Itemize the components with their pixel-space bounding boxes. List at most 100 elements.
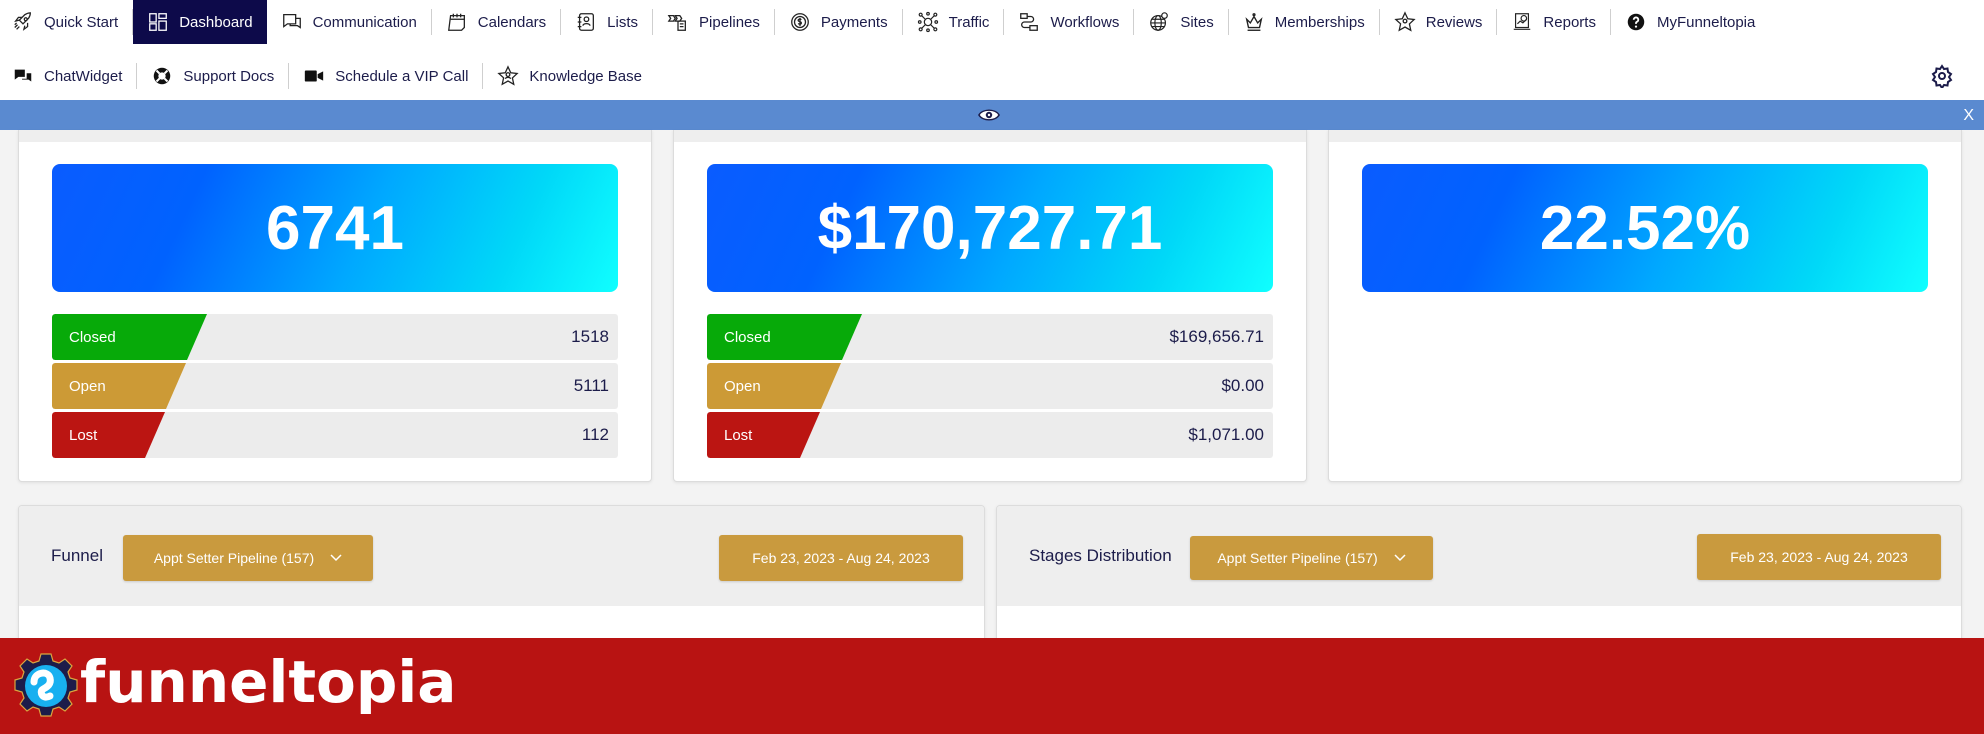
question-circle-icon bbox=[1625, 11, 1647, 33]
nav-item-dashboard[interactable]: Dashboard bbox=[133, 0, 267, 44]
status-label: Open bbox=[707, 363, 841, 409]
nav-item-knowledge-base[interactable]: Knowledge Base bbox=[483, 56, 656, 96]
workflow-icon bbox=[1018, 11, 1040, 33]
pipeline-select-value: Appt Setter Pipeline (157) bbox=[153, 550, 315, 566]
top-navigation: Quick Start Dashboard Communication Cale… bbox=[0, 0, 1984, 100]
eye-icon[interactable] bbox=[978, 108, 1000, 122]
nav-item-communication[interactable]: Communication bbox=[267, 0, 431, 44]
stages-distribution-panel: Stages Distribution Appt Setter Pipeline… bbox=[996, 505, 1962, 645]
nav-item-sites[interactable]: Sites bbox=[1134, 0, 1227, 44]
nav-label: Schedule a VIP Call bbox=[335, 67, 469, 85]
pipeline-select[interactable]: Appt Setter Pipeline (157) bbox=[1190, 536, 1433, 580]
traffic-network-icon bbox=[917, 11, 939, 33]
globe-icon bbox=[1148, 11, 1170, 33]
status-value: 112 bbox=[581, 425, 609, 444]
nav-label: Traffic bbox=[948, 13, 990, 31]
nav-item-chatwidget[interactable]: ChatWidget bbox=[0, 56, 136, 96]
nav-item-pipelines[interactable]: Pipelines bbox=[653, 0, 774, 44]
status-value: $169,656.71 bbox=[1169, 327, 1264, 346]
nav-item-memberships[interactable]: Memberships bbox=[1229, 0, 1379, 44]
nav-label: Pipelines bbox=[699, 13, 760, 31]
date-range-button[interactable]: Feb 23, 2023 - Aug 24, 2023 bbox=[1697, 534, 1941, 580]
status-label: Lost bbox=[707, 412, 820, 458]
headline-tile: 6741 bbox=[52, 164, 618, 292]
status-row-lost: Lost 112 bbox=[52, 412, 618, 458]
payments-icon bbox=[789, 11, 811, 33]
nav-label: ChatWidget bbox=[44, 67, 123, 85]
pipeline-select[interactable]: Appt Setter Pipeline (157) bbox=[123, 535, 373, 581]
nav-item-payments[interactable]: Payments bbox=[775, 0, 902, 44]
status-row-open: Open 5111 bbox=[52, 363, 618, 409]
stat-card-revenue: $170,727.71 Closed $169,656.71 Open $0.0… bbox=[673, 130, 1307, 482]
status-label: Closed bbox=[52, 314, 207, 360]
card-header-strip bbox=[1329, 130, 1961, 142]
date-range-button[interactable]: Feb 23, 2023 - Aug 24, 2023 bbox=[719, 535, 963, 581]
nav-label: Payments bbox=[820, 13, 888, 31]
panel-header: Stages Distribution Appt Setter Pipeline… bbox=[997, 506, 1961, 606]
status-label: Closed bbox=[707, 314, 862, 360]
status-value: 1518 bbox=[571, 327, 609, 346]
nav-label: MyFunneltopia bbox=[1656, 13, 1756, 31]
nav-item-reviews[interactable]: Reviews bbox=[1380, 0, 1497, 44]
star-icon bbox=[1394, 11, 1416, 33]
card-header-strip bbox=[19, 130, 651, 142]
nav-item-workflows[interactable]: Workflows bbox=[1004, 0, 1133, 44]
rocket-icon bbox=[12, 11, 34, 33]
panel-title: Funnel bbox=[51, 546, 103, 565]
status-label: Lost bbox=[52, 412, 165, 458]
nav-label: Dashboard bbox=[179, 13, 253, 31]
status-value: 5111 bbox=[573, 376, 609, 395]
status-row-lost: Lost $1,071.00 bbox=[707, 412, 1273, 458]
status-row-open: Open $0.00 bbox=[707, 363, 1273, 409]
nav-label: Communication bbox=[312, 13, 417, 31]
nav-label: Reports bbox=[1543, 13, 1596, 31]
panel-title: Stages Distribution bbox=[1029, 546, 1172, 565]
star-person-icon bbox=[497, 65, 520, 87]
nav-label: Sites bbox=[1180, 13, 1214, 31]
contact-book-icon bbox=[575, 11, 597, 33]
nav-item-support-docs[interactable]: Support Docs bbox=[137, 56, 288, 96]
nav-label: Calendars bbox=[477, 13, 547, 31]
nav-item-lists[interactable]: Lists bbox=[561, 0, 652, 44]
stat-card-count: 6741 Closed 1518 Open 5111 Lost 112 bbox=[18, 130, 652, 482]
status-row-closed: Closed 1518 bbox=[52, 314, 618, 360]
headline-tile: 22.52% bbox=[1362, 164, 1928, 292]
secondary-nav: ChatWidget Support Docs Schedule a VIP C… bbox=[0, 56, 656, 96]
status-label: Open bbox=[52, 363, 186, 409]
close-preview-button[interactable]: X bbox=[1963, 107, 1974, 125]
primary-nav: Quick Start Dashboard Communication Cale… bbox=[0, 0, 1769, 44]
calendar-icon bbox=[446, 11, 468, 33]
pipeline-icon bbox=[667, 11, 689, 33]
funnel-panel: Funnel Appt Setter Pipeline (157) Feb 23… bbox=[18, 505, 985, 645]
nav-item-schedule-vip-call[interactable]: Schedule a VIP Call bbox=[289, 56, 482, 96]
nav-item-reports[interactable]: Reports bbox=[1497, 0, 1610, 44]
headline-value: 22.52% bbox=[1539, 193, 1751, 263]
nav-label: Support Docs bbox=[183, 67, 275, 85]
nav-label: Knowledge Base bbox=[529, 67, 642, 85]
nav-label: Reviews bbox=[1425, 13, 1483, 31]
card-header-strip bbox=[674, 130, 1306, 142]
brand-name: funneltopia bbox=[80, 648, 457, 716]
video-camera-icon bbox=[303, 65, 325, 87]
chevron-down-icon bbox=[330, 554, 342, 562]
preview-bar: X bbox=[0, 100, 1984, 130]
nav-label: Lists bbox=[607, 13, 639, 31]
pipeline-select-value: Appt Setter Pipeline (157) bbox=[1217, 550, 1378, 566]
life-ring-icon bbox=[151, 65, 173, 87]
gear-icon[interactable] bbox=[1930, 64, 1954, 88]
headline-value: 6741 bbox=[266, 193, 404, 263]
nav-item-traffic[interactable]: Traffic bbox=[903, 0, 1004, 44]
nav-item-quick-start[interactable]: Quick Start bbox=[0, 0, 132, 44]
nav-item-calendars[interactable]: Calendars bbox=[432, 0, 560, 44]
nav-label: Workflows bbox=[1050, 13, 1120, 31]
date-range-value: Feb 23, 2023 - Aug 24, 2023 bbox=[1730, 549, 1908, 565]
status-value: $1,071.00 bbox=[1188, 425, 1264, 444]
nav-label: Memberships bbox=[1274, 13, 1365, 31]
nav-label: Quick Start bbox=[44, 13, 119, 31]
reports-icon bbox=[1511, 11, 1533, 33]
panel-header: Funnel Appt Setter Pipeline (157) Feb 23… bbox=[19, 506, 984, 606]
nav-item-myfunneltopia[interactable]: MyFunneltopia bbox=[1611, 0, 1769, 44]
chevron-down-icon bbox=[1394, 554, 1406, 562]
dashboard-grid-icon bbox=[147, 11, 169, 33]
crown-icon bbox=[1243, 11, 1265, 33]
